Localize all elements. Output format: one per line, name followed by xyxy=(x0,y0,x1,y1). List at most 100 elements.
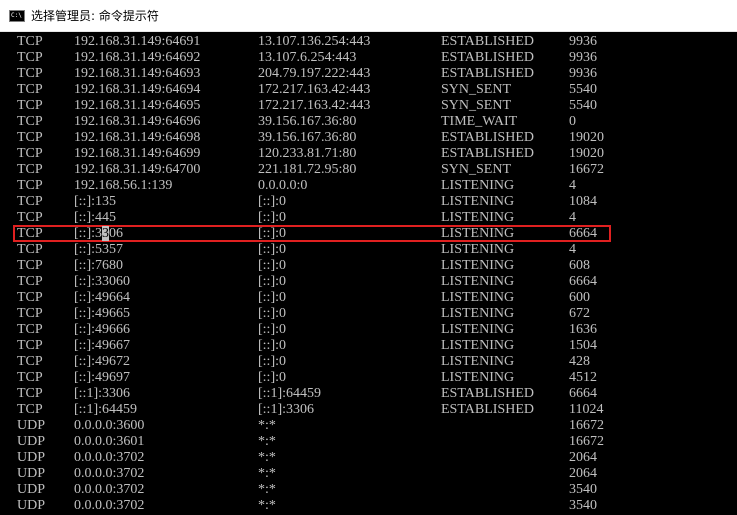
proto-cell: TCP xyxy=(17,306,43,321)
foreign-address-cell: 120.233.81.71:80 xyxy=(258,146,357,161)
state-cell: ESTABLISHED xyxy=(441,386,534,401)
local-address-cell: 0.0.0.0:3702 xyxy=(74,498,145,513)
netstat-row: TCP 192.168.31.149:64698 39.156.167.36:80 E… xyxy=(0,130,737,146)
pid-cell: 5540 xyxy=(569,98,597,113)
netstat-row: TCP [::]:49665 [::]:0 LISTENING 672 xyxy=(0,306,737,322)
state-cell: LISTENING xyxy=(441,274,515,289)
local-address-cell: 0.0.0.0:3702 xyxy=(74,466,145,481)
foreign-address-cell: [::]:0 xyxy=(258,370,286,385)
state-cell: LISTENING xyxy=(441,242,515,257)
foreign-address-cell: *:* xyxy=(258,466,276,481)
pid-cell: 608 xyxy=(569,258,590,273)
foreign-address-cell: [::]:0 xyxy=(258,306,286,321)
pid-cell: 2064 xyxy=(569,450,597,465)
proto-cell: TCP xyxy=(17,194,43,209)
pid-cell: 6664 xyxy=(569,226,597,241)
pid-cell: 4 xyxy=(569,242,576,257)
pid-cell: 3540 xyxy=(569,482,597,497)
netstat-row: TCP [::]:7680 [::]:0 LISTENING 608 xyxy=(0,258,737,274)
foreign-address-cell: [::]:0 xyxy=(258,226,286,241)
pid-cell: 0 xyxy=(569,114,576,129)
proto-cell: TCP xyxy=(17,322,43,337)
foreign-address-cell: 39.156.167.36:80 xyxy=(258,130,357,145)
state-cell: SYN_SENT xyxy=(441,98,512,113)
netstat-row: TCP [::]:49667 [::]:0 LISTENING 1504 xyxy=(0,338,737,354)
state-cell: ESTABLISHED xyxy=(441,50,534,65)
pid-cell: 6664 xyxy=(569,386,597,401)
netstat-row: TCP [::]:5357 [::]:0 LISTENING 4 xyxy=(0,242,737,258)
proto-cell: TCP xyxy=(17,130,43,145)
console-output[interactable]: TCP 192.168.31.149:64691 13.107.136.254:44… xyxy=(0,32,737,515)
pid-cell: 9936 xyxy=(569,34,597,49)
foreign-address-cell: [::]:0 xyxy=(258,338,286,353)
text-cursor: 3 xyxy=(102,226,109,241)
state-cell: LISTENING xyxy=(441,210,515,225)
foreign-address-cell: 13.107.136.254:443 xyxy=(258,34,371,49)
local-address-cell: [::]:33060 xyxy=(74,274,130,289)
pid-cell: 4 xyxy=(569,178,576,193)
netstat-row: TCP [::]:49666 [::]:0 LISTENING 1636 xyxy=(0,322,737,338)
local-address-cell: [::]:49665 xyxy=(74,306,130,321)
proto-cell: TCP xyxy=(17,114,43,129)
netstat-row: TCP [::]:135 [::]:0 LISTENING 1084 xyxy=(0,194,737,210)
state-cell: LISTENING xyxy=(441,178,515,193)
foreign-address-cell: 13.107.6.254:443 xyxy=(258,50,357,65)
state-cell: TIME_WAIT xyxy=(441,114,518,129)
proto-cell: TCP xyxy=(17,370,43,385)
netstat-row: TCP 192.168.31.149:64700 221.181.72.95:80 S… xyxy=(0,162,737,178)
foreign-address-cell: 221.181.72.95:80 xyxy=(258,162,357,177)
local-address-cell: 192.168.31.149:64695 xyxy=(74,98,201,113)
foreign-address-cell: *:* xyxy=(258,434,276,449)
state-cell: LISTENING xyxy=(441,226,515,241)
local-address-cell: [::]:5357 xyxy=(74,242,123,257)
local-address-cell: 192.168.31.149:64692 xyxy=(74,50,201,65)
netstat-row: TCP [::]:49697 [::]:0 LISTENING 4512 xyxy=(0,370,737,386)
proto-cell: TCP xyxy=(17,162,43,177)
pid-cell: 11024 xyxy=(569,402,604,417)
proto-cell: TCP xyxy=(17,210,43,225)
pid-cell: 4512 xyxy=(569,370,597,385)
state-cell: LISTENING xyxy=(441,338,515,353)
local-address-cell: 192.168.31.149:64698 xyxy=(74,130,201,145)
local-address-cell: [::]:49672 xyxy=(74,354,130,369)
state-cell: LISTENING xyxy=(441,370,515,385)
pid-cell: 16672 xyxy=(569,418,604,433)
pid-cell: 16672 xyxy=(569,434,604,449)
foreign-address-cell: *:* xyxy=(258,450,276,465)
pid-cell: 16672 xyxy=(569,162,604,177)
local-address-cell: 192.168.31.149:64694 xyxy=(74,82,201,97)
local-address-cell: [::]:49697 xyxy=(74,370,130,385)
state-cell: ESTABLISHED xyxy=(441,146,534,161)
state-cell: LISTENING xyxy=(441,354,515,369)
title-bar[interactable]: C:\ 选择管理员: 命令提示符 xyxy=(0,0,737,32)
state-cell: LISTENING xyxy=(441,322,515,337)
local-address-cell: 192.168.31.149:64699 xyxy=(74,146,201,161)
netstat-row: TCP 192.168.31.149:64699 120.233.81.71:80 E… xyxy=(0,146,737,162)
window-title: 选择管理员: 命令提示符 xyxy=(31,9,159,23)
pid-cell: 1504 xyxy=(569,338,597,353)
proto-cell: TCP xyxy=(17,258,43,273)
local-address-cell: 0.0.0.0:3600 xyxy=(74,418,145,433)
foreign-address-cell: *:* xyxy=(258,418,276,433)
pid-cell: 600 xyxy=(569,290,590,305)
proto-cell: TCP xyxy=(17,66,43,81)
pid-cell: 19020 xyxy=(569,130,604,145)
pid-cell: 672 xyxy=(569,306,590,321)
state-cell: LISTENING xyxy=(441,290,515,305)
foreign-address-cell: [::]:0 xyxy=(258,290,286,305)
proto-cell: TCP xyxy=(17,226,43,241)
local-address-cell: [::]:7680 xyxy=(74,258,123,273)
foreign-address-cell: [::]:0 xyxy=(258,274,286,289)
netstat-row: TCP [::]:49664 [::]:0 LISTENING 600 xyxy=(0,290,737,306)
proto-cell: TCP xyxy=(17,386,43,401)
netstat-row: TCP [::]:445 [::]:0 LISTENING 4 xyxy=(0,210,737,226)
pid-cell: 2064 xyxy=(569,466,597,481)
netstat-row: UDP 0.0.0.0:3601 *:* 16672 xyxy=(0,434,737,450)
netstat-row: TCP 192.168.31.149:64694 172.217.163.42:44… xyxy=(0,82,737,98)
netstat-row: TCP 192.168.31.149:64696 39.156.167.36:80 T… xyxy=(0,114,737,130)
pid-cell: 5540 xyxy=(569,82,597,97)
netstat-row: UDP 0.0.0.0:3702 *:* 2064 xyxy=(0,466,737,482)
foreign-address-cell: [::]:0 xyxy=(258,258,286,273)
pid-cell: 1084 xyxy=(569,194,597,209)
pid-cell: 6664 xyxy=(569,274,597,289)
